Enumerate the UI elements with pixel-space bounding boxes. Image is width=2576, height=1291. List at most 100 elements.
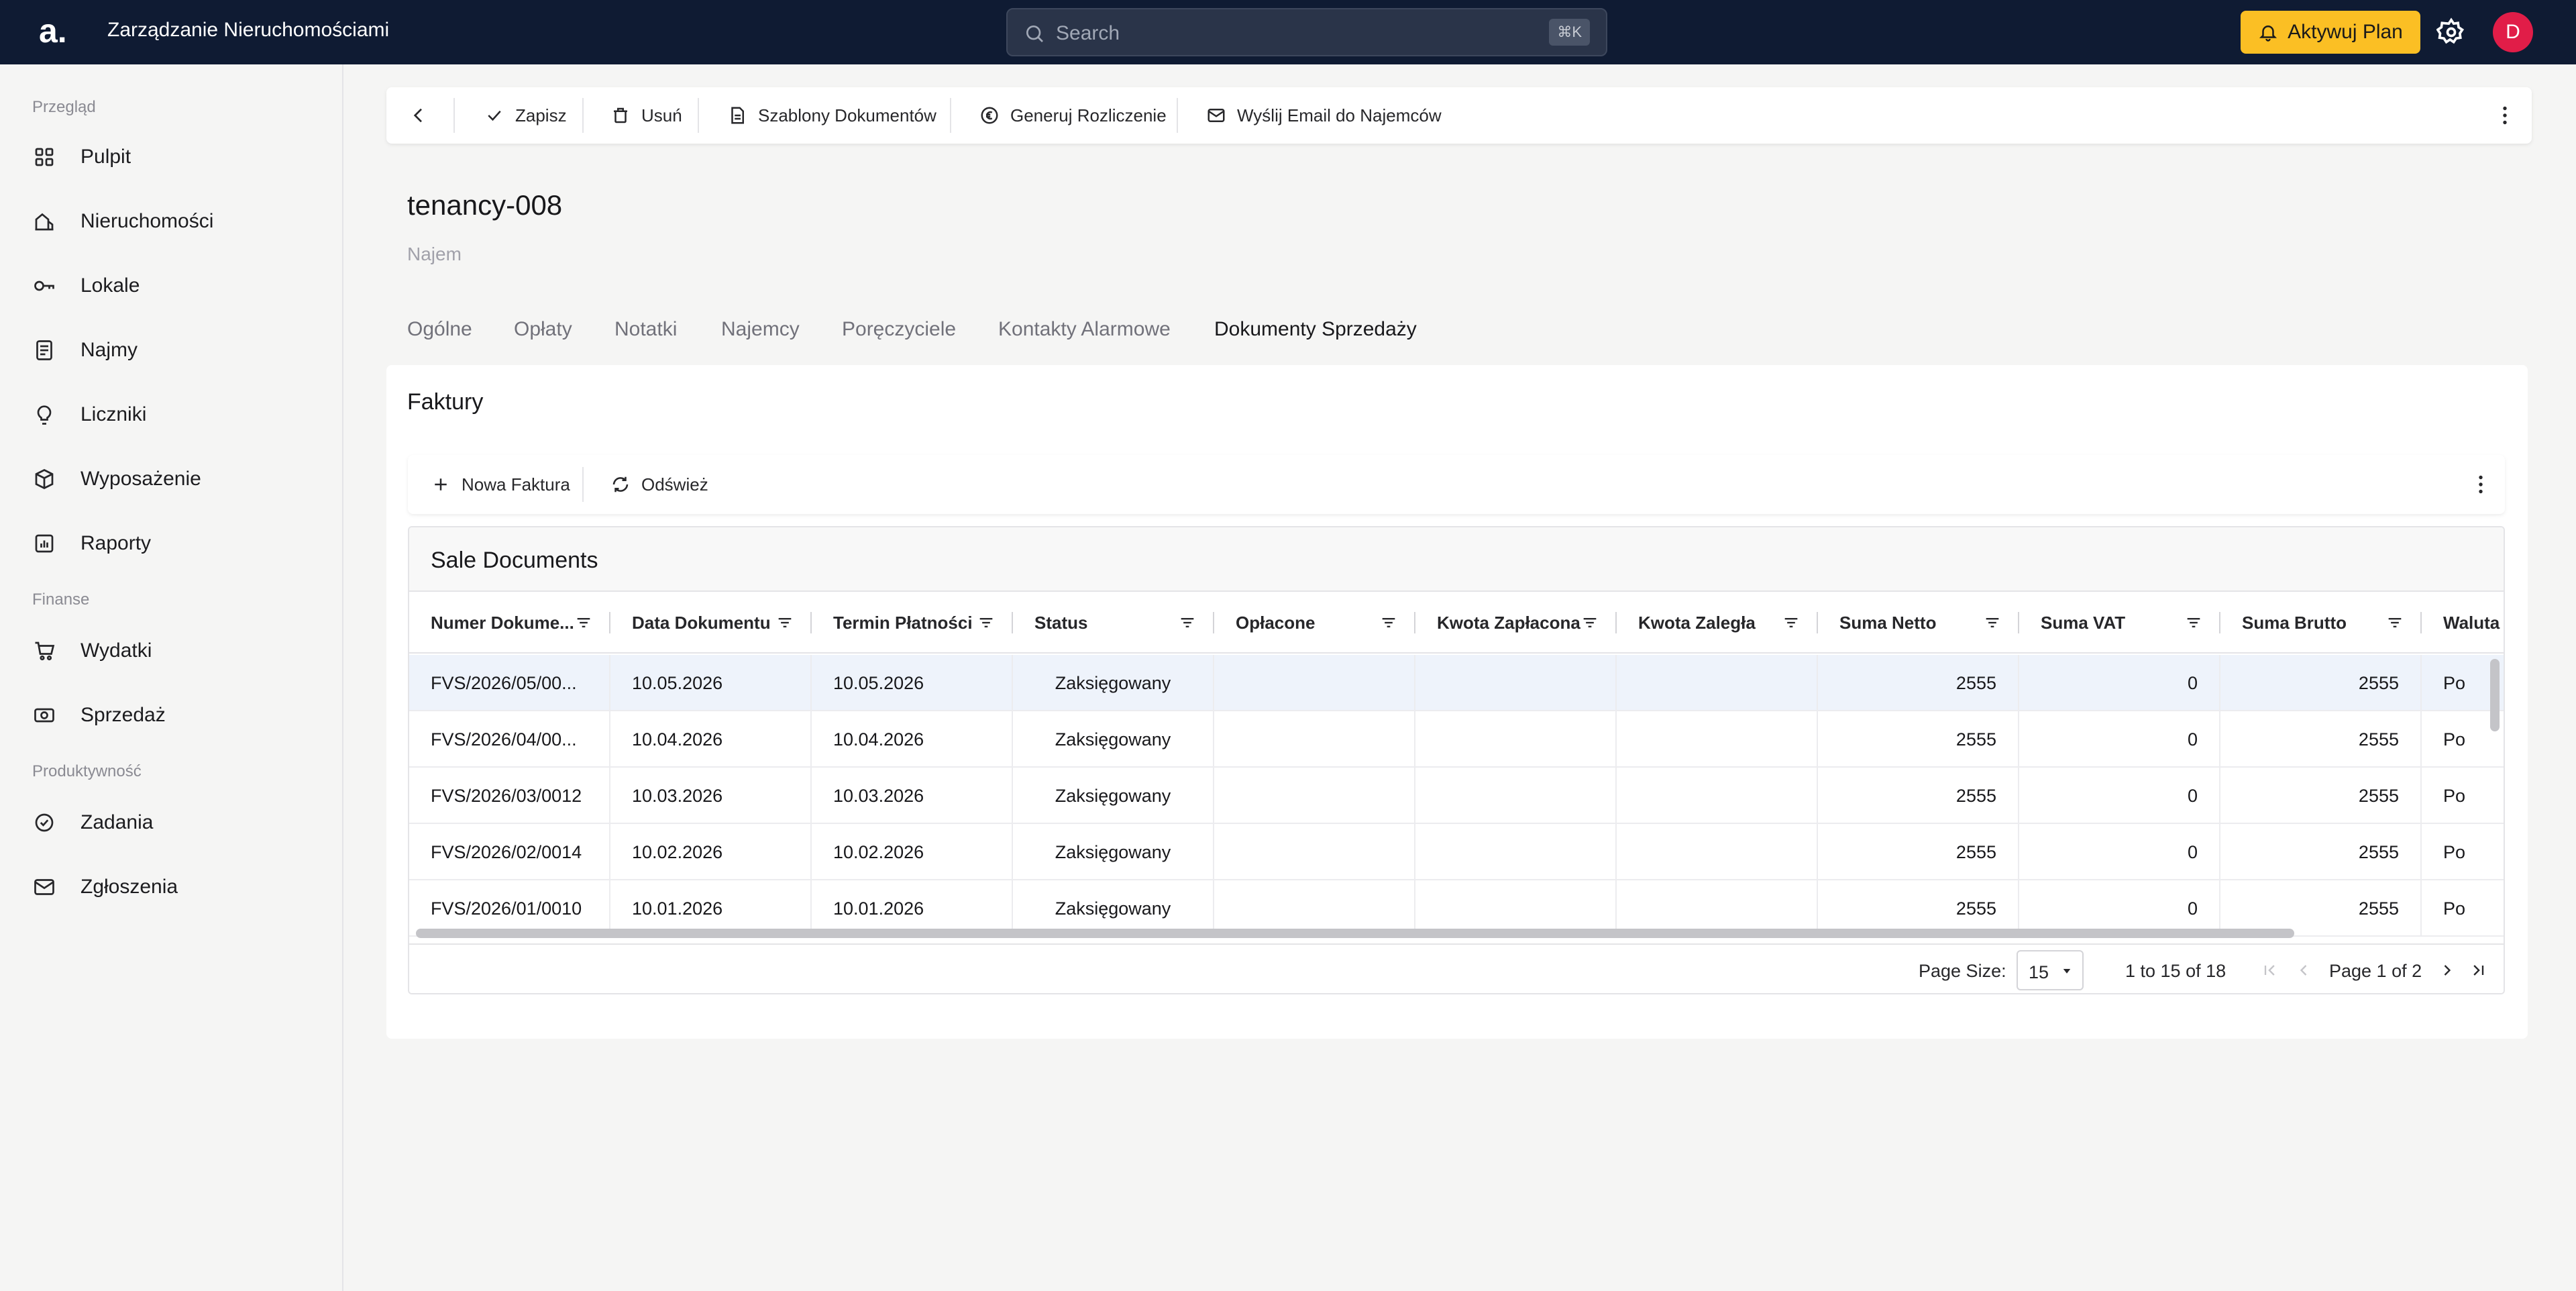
filter-icon[interactable] (1580, 613, 1599, 632)
sidebar-item-nieruchomosci[interactable]: Nieruchomości (32, 201, 314, 242)
tab-oplaty[interactable]: Opłaty (514, 318, 572, 341)
tab-najemcy[interactable]: Najemcy (721, 318, 800, 341)
filter-icon[interactable] (1379, 613, 1398, 632)
search-input[interactable]: Search ⌘K (1006, 8, 1607, 56)
previous-page-icon[interactable] (2294, 961, 2313, 980)
cell-net-total[interactable]: 2555 (1818, 768, 2019, 824)
cell-gross-total[interactable]: 2555 (2220, 711, 2422, 768)
tab-kontakty-alarmowe[interactable]: Kontakty Alarmowe (998, 318, 1171, 341)
cell-paid[interactable] (1214, 711, 1415, 768)
table-row[interactable]: FVS/2026/04/00... 10.04.2026 10.04.2026 Zak… (409, 711, 2504, 768)
last-page-icon[interactable] (2469, 961, 2487, 980)
cell-paid[interactable] (1214, 824, 1415, 880)
save-button[interactable]: Zapisz (484, 87, 567, 144)
column-header-net-total[interactable]: Suma Netto (1818, 592, 2019, 654)
cell-due-date[interactable]: 10.02.2026 (812, 824, 1013, 880)
column-header-currency[interactable]: Waluta (2422, 592, 2504, 654)
cell-gross-total[interactable]: 2555 (2220, 824, 2422, 880)
filter-icon[interactable] (2184, 613, 2203, 632)
sidebar-item-wyposazenie[interactable]: Wyposażenie (32, 459, 314, 499)
sidebar-item-raporty[interactable]: Raporty (32, 523, 314, 564)
cell-net-total[interactable]: 2555 (1818, 711, 2019, 768)
cell-amount-due[interactable] (1617, 824, 1818, 880)
cell-doc-date[interactable]: 10.05.2026 (610, 655, 812, 711)
back-arrow-icon[interactable] (408, 105, 429, 126)
column-header-paid[interactable]: Opłacone (1214, 592, 1415, 654)
gear-icon[interactable] (2436, 17, 2466, 47)
filter-icon[interactable] (977, 613, 996, 632)
cell-status[interactable]: Zaksięgowany (1013, 824, 1214, 880)
cell-amount-due[interactable] (1617, 655, 1818, 711)
filter-icon[interactable] (2385, 613, 2404, 632)
cell-net-total[interactable]: 2555 (1818, 824, 2019, 880)
tab-ogolne[interactable]: Ogólne (407, 318, 472, 341)
app-logo[interactable]: a. (39, 11, 79, 51)
cell-net-total[interactable]: 2555 (1818, 655, 2019, 711)
cell-paid[interactable] (1214, 768, 1415, 824)
cell-vat-total[interactable]: 0 (2019, 711, 2220, 768)
cell-doc-number[interactable]: FVS/2026/04/00... (409, 711, 610, 768)
document-templates-button[interactable]: Szablony Dokumentów (727, 87, 936, 144)
sidebar-item-zadania[interactable]: Zadania (32, 803, 314, 843)
refresh-button[interactable]: Odśwież (610, 455, 708, 514)
tab-notatki[interactable]: Notatki (614, 318, 677, 341)
tab-poreczyciele[interactable]: Poręczyciele (842, 318, 956, 341)
cell-amount-due[interactable] (1617, 768, 1818, 824)
tab-dokumenty-sprzedazy[interactable]: Dokumenty Sprzedaży (1214, 318, 1417, 341)
cell-vat-total[interactable]: 0 (2019, 768, 2220, 824)
cell-amount-paid[interactable] (1415, 655, 1617, 711)
cell-amount-paid[interactable] (1415, 824, 1617, 880)
cell-amount-paid[interactable] (1415, 768, 1617, 824)
cell-gross-total[interactable]: 2555 (2220, 655, 2422, 711)
cell-doc-number[interactable]: FVS/2026/03/0012 (409, 768, 610, 824)
sidebar-item-lokale[interactable]: Lokale (32, 266, 314, 306)
filter-icon[interactable] (1178, 613, 1197, 632)
cell-doc-number[interactable]: FVS/2026/02/0014 (409, 824, 610, 880)
sidebar-item-najmy[interactable]: Najmy (32, 330, 314, 370)
vertical-scrollbar[interactable] (2490, 659, 2500, 731)
table-row[interactable]: FVS/2026/02/0014 10.02.2026 10.02.2026 Zaks… (409, 824, 2504, 880)
table-row[interactable]: FVS/2026/05/00... 10.05.2026 10.05.2026 Zak… (409, 655, 2504, 711)
cell-doc-date[interactable]: 10.04.2026 (610, 711, 812, 768)
cell-gross-total[interactable]: 2555 (2220, 768, 2422, 824)
cell-currency[interactable]: Po (2422, 824, 2504, 880)
sidebar-item-pulpit[interactable]: Pulpit (32, 137, 314, 177)
cell-amount-due[interactable] (1617, 711, 1818, 768)
avatar[interactable]: D (2493, 12, 2533, 52)
cell-due-date[interactable]: 10.03.2026 (812, 768, 1013, 824)
cell-currency[interactable]: Po (2422, 768, 2504, 824)
cell-amount-paid[interactable] (1415, 711, 1617, 768)
cell-status[interactable]: Zaksięgowany (1013, 711, 1214, 768)
cell-vat-total[interactable]: 0 (2019, 655, 2220, 711)
horizontal-scrollbar[interactable] (416, 929, 2294, 938)
sidebar-item-zgloszenia[interactable]: Zgłoszenia (32, 867, 314, 907)
filter-icon[interactable] (775, 613, 794, 632)
generate-settlement-button[interactable]: Generuj Rozliczenie (979, 87, 1167, 144)
table-row[interactable]: FVS/2026/03/0012 10.03.2026 10.03.2026 Zaks… (409, 768, 2504, 824)
cell-doc-date[interactable]: 10.03.2026 (610, 768, 812, 824)
cell-due-date[interactable]: 10.04.2026 (812, 711, 1013, 768)
column-header-gross-total[interactable]: Suma Brutto (2220, 592, 2422, 654)
upgrade-plan-button[interactable]: Aktywuj Plan (2241, 11, 2420, 54)
cell-due-date[interactable]: 10.05.2026 (812, 655, 1013, 711)
delete-button[interactable]: Usuń (610, 87, 682, 144)
email-tenants-button[interactable]: Wyślij Email do Najemców (1206, 87, 1442, 144)
filter-icon[interactable] (1782, 613, 1801, 632)
cell-doc-date[interactable]: 10.02.2026 (610, 824, 812, 880)
sidebar-item-liczniki[interactable]: Liczniki (32, 395, 314, 435)
filter-icon[interactable] (574, 613, 593, 632)
page-size-select[interactable]: 15 (2017, 950, 2084, 990)
cell-currency[interactable]: Po (2422, 880, 2504, 937)
column-header-amount-paid[interactable]: Kwota Zapłacona (1415, 592, 1617, 654)
new-invoice-button[interactable]: Nowa Faktura (431, 455, 570, 514)
sidebar-item-wydatki[interactable]: Wydatki (32, 631, 314, 671)
column-header-status[interactable]: Status (1013, 592, 1214, 654)
column-header-due-date[interactable]: Termin Płatności (812, 592, 1013, 654)
cell-paid[interactable] (1214, 655, 1415, 711)
more-vertical-icon[interactable] (2493, 103, 2517, 127)
more-vertical-icon[interactable] (2469, 472, 2493, 497)
cell-doc-number[interactable]: FVS/2026/05/00... (409, 655, 610, 711)
filter-icon[interactable] (1983, 613, 2002, 632)
cell-status[interactable]: Zaksięgowany (1013, 655, 1214, 711)
column-header-vat-total[interactable]: Suma VAT (2019, 592, 2220, 654)
